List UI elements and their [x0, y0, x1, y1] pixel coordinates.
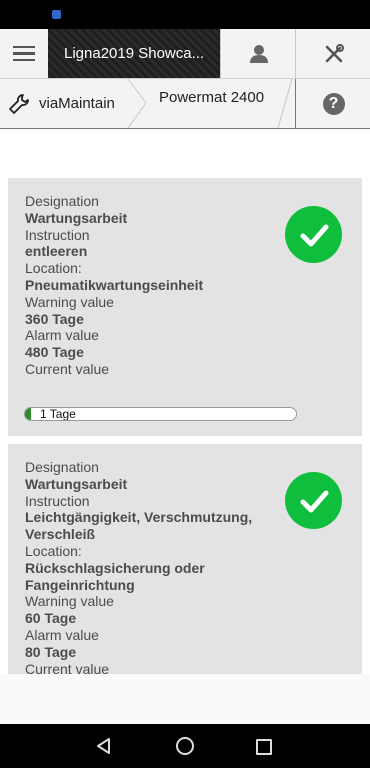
system-nav-bar [0, 724, 370, 768]
location-value: Pneumatikwartungseinheit [25, 276, 204, 293]
hamburger-icon [13, 45, 35, 62]
current-label: Current value [25, 360, 110, 377]
app-title: Ligna2019 Showca... [48, 29, 220, 78]
help-button[interactable]: ? [295, 79, 370, 128]
location-value: Rückschlagsicherung oder Fangeinrichtung [25, 559, 205, 593]
maintenance-card[interactable]: Designation Wartungsarbeit Instruction e… [8, 178, 362, 436]
breadcrumb-item-section[interactable]: viaMaintain [0, 79, 115, 128]
wrench-icon [9, 93, 29, 114]
checkmark-icon [300, 490, 328, 512]
current-value: 1 Tage [40, 407, 76, 421]
current-progress-bar: 1 Tage [24, 407, 297, 421]
top-bar: Ligna2019 Showca... [0, 29, 370, 79]
designation-value: Wartungsarbeit [25, 209, 128, 226]
maintenance-card[interactable]: Designation Wartungsarbeit Instruction L… [8, 444, 362, 674]
tools-icon [325, 43, 344, 62]
tools-button[interactable] [295, 29, 370, 78]
progress-fill [25, 408, 31, 420]
menu-button[interactable] [0, 29, 48, 78]
alarm-label: Alarm value [25, 626, 99, 643]
warning-value: 60 Tage [25, 610, 77, 627]
warning-label: Warning value [25, 293, 114, 310]
alarm-label: Alarm value [25, 327, 99, 344]
footer-area [0, 674, 370, 724]
designation-value: Wartungsarbeit [25, 475, 128, 492]
recent-apps-icon[interactable] [256, 739, 272, 755]
checkmark-icon [300, 224, 328, 246]
alarm-value: 80 Tage [25, 643, 77, 660]
user-button[interactable] [220, 29, 296, 78]
home-icon[interactable] [176, 737, 194, 755]
status-ok-badge [285, 472, 342, 529]
instruction-value: entleeren [25, 243, 88, 260]
status-ok-badge [285, 206, 342, 263]
alarm-value: 480 Tage [25, 344, 84, 361]
current-label: Current value [25, 660, 110, 674]
location-label: Location: [25, 542, 82, 559]
user-icon [249, 44, 268, 63]
back-icon[interactable] [96, 737, 112, 755]
help-icon: ? [322, 92, 345, 115]
warning-label: Warning value [25, 593, 114, 610]
breadcrumb-section-label: viaMaintain [39, 95, 115, 112]
breadcrumb-item-machine[interactable]: Powermat 2400 [159, 79, 264, 128]
warning-value: 360 Tage [25, 310, 84, 327]
notification-icon [52, 10, 61, 19]
instruction-value: Leichtgängigkeit, Verschmutzung, Verschl… [25, 509, 253, 543]
maintenance-list[interactable]: Designation Wartungsarbeit Instruction e… [0, 129, 370, 674]
breadcrumb: viaMaintain Powermat 2400 ? [0, 79, 370, 129]
status-bar [0, 0, 370, 29]
